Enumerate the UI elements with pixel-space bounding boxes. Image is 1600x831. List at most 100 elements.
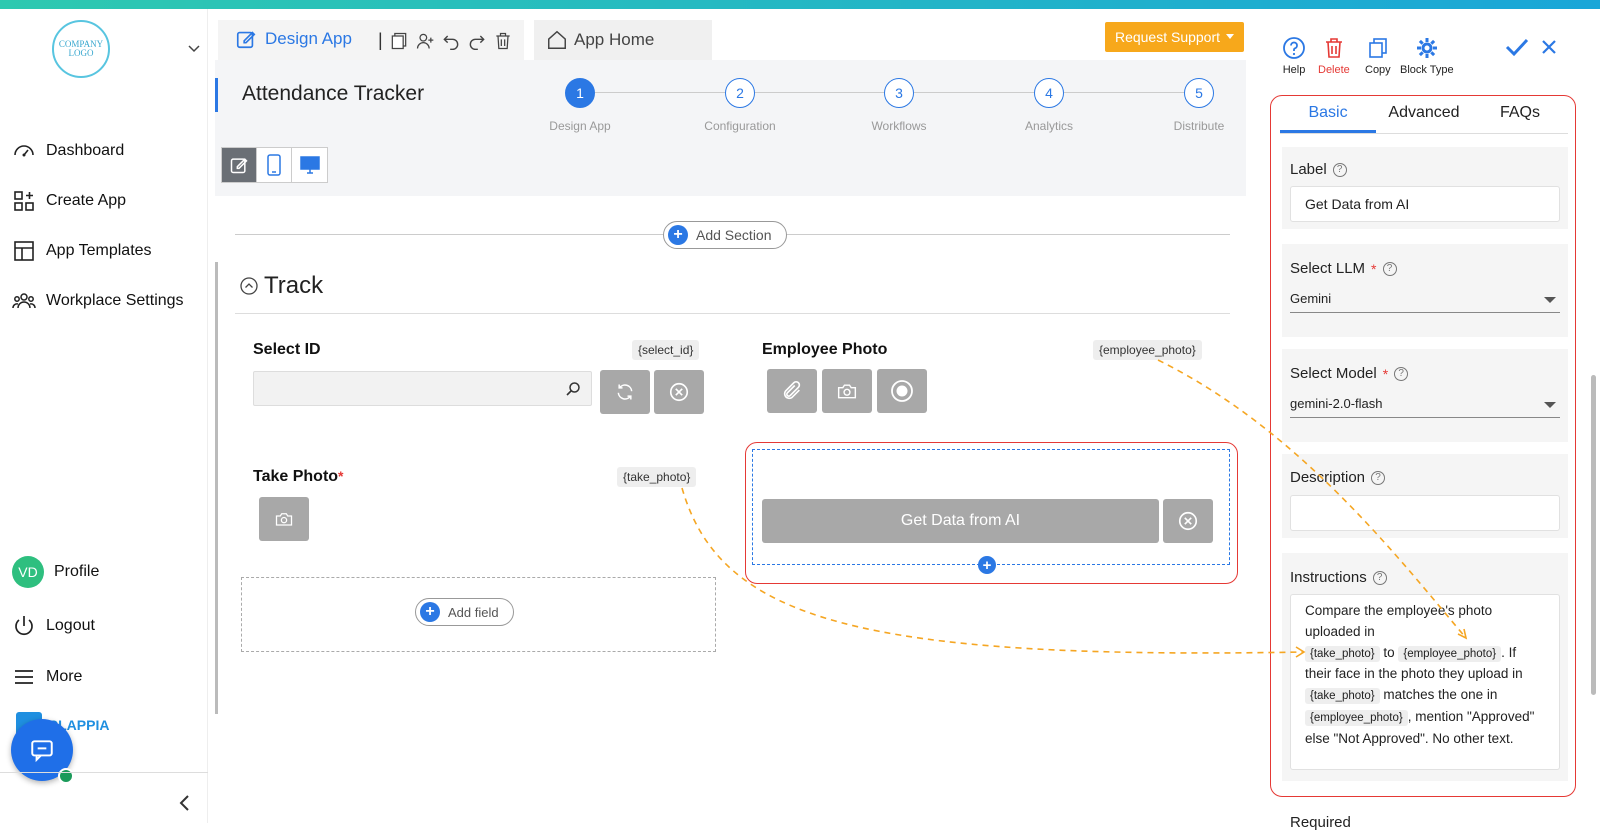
help-icon[interactable]: ? [1372,570,1387,585]
step-connector [1064,92,1195,93]
delete-action[interactable]: Delete [1318,36,1350,76]
instructions-textarea[interactable]: Compare the employee's photo uploaded in… [1290,594,1560,770]
step-label: Workflows [871,119,927,133]
sidebar-item-label: Dashboard [46,142,125,159]
take-photo-camera-button[interactable] [259,497,309,541]
app-home-tab[interactable]: App Home [534,20,712,60]
mobile-icon [267,154,281,176]
top-gradient-bar [0,0,1600,9]
step-4[interactable]: 4 [1034,78,1064,108]
request-support-button[interactable]: Request Support [1105,22,1244,52]
copy-action[interactable]: Copy [1365,36,1391,76]
sidebar-item-dashboard[interactable]: Dashboard [12,136,124,166]
model-title: Select Model *? [1290,365,1409,382]
tab-advanced[interactable]: Advanced [1376,100,1472,133]
refresh-icon [617,384,633,400]
mobile-view-button[interactable] [257,148,292,182]
sidebar-item-logout[interactable]: Logout [12,611,95,641]
copy-icon [1369,38,1387,58]
step-5[interactable]: 5 [1184,78,1214,108]
tab-basic[interactable]: Basic [1280,100,1376,133]
add-field-label: Add field [448,604,499,620]
help-icon[interactable]: ? [1332,162,1347,177]
redo-icon[interactable] [467,31,487,51]
label-input[interactable]: Get Data from AI [1290,186,1560,222]
description-input[interactable] [1290,495,1560,531]
llm-select[interactable]: Gemini [1290,287,1560,313]
company-logo[interactable]: COMPANY LOGO [52,20,110,78]
insert-field-button[interactable]: + [978,556,996,574]
step-2[interactable]: 2 [725,78,755,108]
tab-faqs[interactable]: FAQs [1472,100,1568,133]
label-title: Label? [1290,161,1347,178]
chat-icon [31,740,53,763]
sidebar-item-label: App Templates [46,242,152,259]
attach-button[interactable] [767,369,817,413]
edit-icon [230,158,248,174]
plus-icon: + [668,225,688,245]
block-type-action[interactable]: Block Type [1400,36,1454,76]
title-accent [215,78,218,112]
step-label: Configuration [704,119,776,133]
variable-chip: {employee_photo} [1305,709,1408,726]
avatar: VD [12,556,44,588]
collapse-sidebar-icon[interactable] [178,792,190,818]
sidebar-item-label: Profile [54,563,100,580]
edit-view-button[interactable] [222,148,257,182]
sidebar-item-profile[interactable]: VD Profile [12,556,100,588]
view-toggle [221,147,328,183]
design-app-link[interactable]: Design App [235,28,352,50]
copy-icon[interactable] [389,31,409,51]
field-label-employee-photo: Employee Photo [762,341,888,358]
sidebar-footer [0,772,208,823]
refresh-button[interactable] [600,370,650,414]
sidebar-item-label: More [46,668,83,685]
desktop-icon [299,156,320,174]
sidebar-item-create-app[interactable]: Create App [12,186,126,216]
step-connector [754,92,885,93]
camera-icon [837,384,857,399]
help-icon[interactable]: ? [1382,261,1397,276]
variable-chip: {employee_photo} [1398,645,1502,662]
step-3[interactable]: 3 [884,78,914,108]
llm-title: Select LLM *? [1290,260,1397,277]
close-icon[interactable] [1541,39,1557,60]
desktop-view-button[interactable] [292,148,327,182]
step-connector [594,92,725,93]
sidebar-item-workplace-settings[interactable]: Workplace Settings [12,286,184,316]
panel-scrollbar[interactable] [1591,375,1596,695]
add-section-button[interactable]: + Add Section [663,221,787,249]
sidebar-item-app-templates[interactable]: App Templates [12,236,152,266]
caret-down-icon [1544,402,1556,408]
trash-icon[interactable] [493,31,513,51]
camera-button[interactable] [822,369,872,413]
sidebar-item-label: Logout [46,617,95,634]
confirm-icon[interactable] [1505,37,1529,62]
design-app-label: Design App [265,29,352,48]
instructions-title: Instructions? [1290,569,1387,586]
caret-down-icon [1226,34,1235,39]
help-icon[interactable]: ? [1394,366,1409,381]
step-1[interactable]: 1 [565,78,595,108]
search-icon [566,382,580,396]
collapse-icon[interactable] [240,277,258,295]
help-icon [1283,37,1305,59]
clear-button[interactable] [654,370,704,414]
power-icon [15,616,33,636]
record-button[interactable] [877,369,927,413]
help-icon[interactable]: ? [1371,470,1386,485]
step-label: Design App [549,119,611,133]
section-header[interactable]: Track [240,272,323,300]
sidebar-item-more[interactable]: More [12,662,82,692]
select-id-input[interactable] [253,371,592,406]
add-field-button[interactable]: + Add field [415,598,514,626]
get-data-from-ai-button[interactable]: Get Data from AI [762,499,1159,543]
toolbar: | [378,30,513,51]
model-select[interactable]: gemini-2.0-flash [1290,392,1560,418]
help-action[interactable]: Help [1282,36,1306,76]
trash-icon [1325,38,1342,58]
add-user-icon[interactable] [415,31,435,51]
undo-icon[interactable] [441,31,461,51]
ai-clear-button[interactable] [1163,499,1213,543]
chevron-down-icon[interactable] [188,40,200,56]
